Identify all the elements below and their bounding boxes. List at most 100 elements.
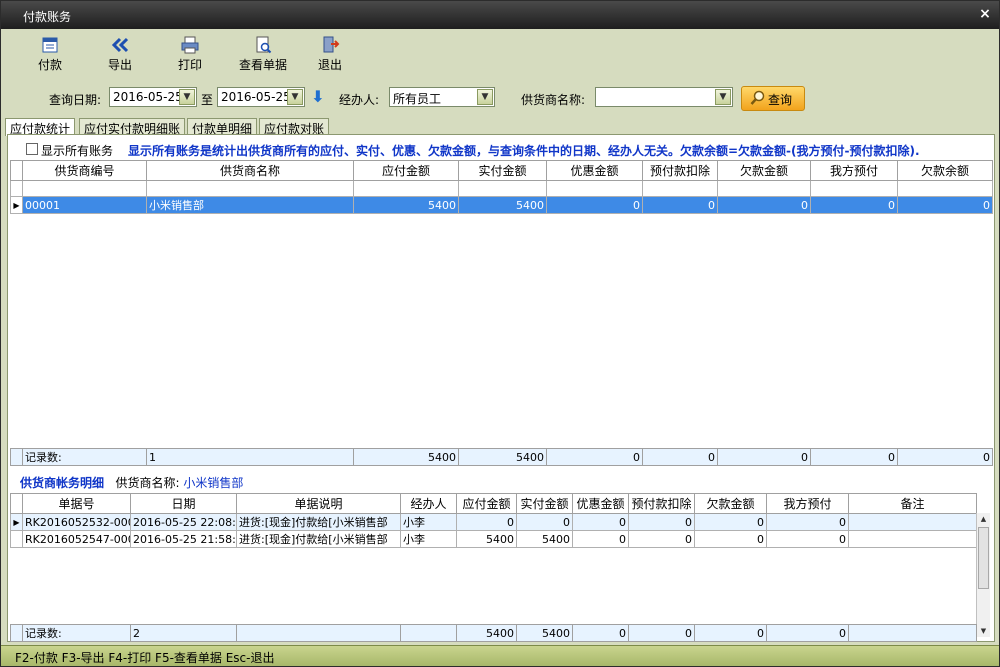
filter-cell[interactable] bbox=[146, 180, 354, 197]
table-cell[interactable]: 进货:[现金]付款给[小米销售部 bbox=[236, 513, 401, 531]
column-header[interactable]: 预付款扣除 bbox=[628, 493, 695, 514]
total-our-prepay: 0 bbox=[766, 624, 849, 642]
pay-button[interactable]: 付款 bbox=[15, 36, 85, 78]
column-header[interactable]: 应付金额 bbox=[456, 493, 517, 514]
table-cell[interactable]: 0 bbox=[546, 196, 643, 214]
table-row[interactable]: RK2016052547-0001 2016-05-25 21:58: 进货:[… bbox=[10, 530, 977, 548]
column-header[interactable]: 日期 bbox=[130, 493, 237, 514]
scroll-down-icon[interactable]: ▼ bbox=[977, 625, 990, 637]
filter-cell[interactable] bbox=[546, 180, 643, 197]
column-header[interactable]: 经办人 bbox=[400, 493, 457, 514]
table-cell[interactable] bbox=[848, 530, 977, 548]
chevron-down-icon[interactable]: ▼ bbox=[179, 89, 195, 105]
table-row[interactable]: ▶ 00001 小米销售部 5400 5400 0 0 0 0 0 bbox=[10, 196, 993, 214]
date-from-picker[interactable]: 2016-05-25 ▼ bbox=[109, 87, 197, 107]
table-cell[interactable]: 0 bbox=[766, 530, 849, 548]
table-cell[interactable]: 0 bbox=[810, 196, 898, 214]
footer-cell bbox=[236, 624, 401, 642]
column-header[interactable]: 供货商编号 bbox=[22, 160, 147, 181]
table-cell[interactable]: 5400 bbox=[458, 196, 547, 214]
scroll-up-icon[interactable]: ▲ bbox=[977, 513, 990, 525]
column-header[interactable]: 供货商名称 bbox=[146, 160, 354, 181]
tab-payable-reconciliation[interactable]: 应付款对账 bbox=[259, 118, 330, 136]
column-header[interactable]: 我方预付 bbox=[810, 160, 898, 181]
column-header[interactable]: 实付金额 bbox=[458, 160, 547, 181]
table-cell[interactable]: 小米销售部 bbox=[146, 196, 354, 214]
column-header[interactable]: 预付款扣除 bbox=[642, 160, 718, 181]
total-discount: 0 bbox=[546, 448, 643, 466]
handler-value: 所有员工 bbox=[393, 92, 442, 106]
table-cell[interactable]: 0 bbox=[717, 196, 811, 214]
column-header[interactable]: 欠款金额 bbox=[694, 493, 767, 514]
chevron-down-icon[interactable]: ▼ bbox=[477, 89, 493, 105]
column-header[interactable]: 我方预付 bbox=[766, 493, 849, 514]
table-cell[interactable]: 2016-05-25 21:58: bbox=[130, 530, 237, 548]
arrow-down-icon[interactable]: ⬇ bbox=[311, 89, 325, 107]
filter-cell[interactable] bbox=[458, 180, 547, 197]
column-header[interactable]: 优惠金额 bbox=[572, 493, 629, 514]
supplier-select[interactable]: ▼ bbox=[595, 87, 733, 107]
table-cell[interactable]: 5400 bbox=[516, 530, 573, 548]
table-cell[interactable]: 00001 bbox=[22, 196, 147, 214]
chevron-down-icon[interactable]: ▼ bbox=[287, 89, 303, 105]
filter-cell[interactable] bbox=[897, 180, 993, 197]
table-row[interactable]: ▶ RK2016052532-0002 2016-05-25 22:08: 进货… bbox=[10, 513, 977, 531]
table-cell[interactable] bbox=[848, 513, 977, 531]
table-cell[interactable]: 0 bbox=[628, 530, 695, 548]
table-cell[interactable]: 小李 bbox=[400, 513, 457, 531]
table-cell[interactable]: RK2016052532-0002 bbox=[22, 513, 131, 531]
exit-button[interactable]: 退出 bbox=[295, 36, 365, 78]
total-discount: 0 bbox=[572, 624, 629, 642]
handler-label: 经办人: bbox=[339, 93, 380, 107]
column-header[interactable]: 单据说明 bbox=[236, 493, 401, 514]
show-all-checkbox[interactable] bbox=[26, 143, 38, 155]
table-cell[interactable]: 0 bbox=[516, 513, 573, 531]
detail-heading: 供货商帐务明细 供货商名称: 小米销售部 bbox=[20, 474, 243, 491]
column-header[interactable]: 实付金额 bbox=[516, 493, 573, 514]
column-header[interactable]: 欠款余额 bbox=[897, 160, 993, 181]
filter-cell[interactable] bbox=[22, 180, 147, 197]
table-cell[interactable]: 0 bbox=[642, 196, 718, 214]
handler-select[interactable]: 所有员工 ▼ bbox=[389, 87, 495, 107]
filter-cell[interactable] bbox=[717, 180, 811, 197]
table-cell[interactable]: 0 bbox=[628, 513, 695, 531]
date-to-picker[interactable]: 2016-05-25 ▼ bbox=[217, 87, 305, 107]
record-count-value: 2 bbox=[130, 624, 237, 642]
table-cell[interactable]: 进货:[现金]付款给[小米销售部 bbox=[236, 530, 401, 548]
table-cell[interactable]: 0 bbox=[572, 513, 629, 531]
print-button[interactable]: 打印 bbox=[155, 36, 225, 78]
column-header[interactable]: 欠款金额 bbox=[717, 160, 811, 181]
chevron-down-icon[interactable]: ▼ bbox=[715, 89, 731, 105]
filter-cell[interactable] bbox=[353, 180, 459, 197]
view-document-button[interactable]: 查看单据 bbox=[225, 36, 301, 78]
close-icon[interactable]: × bbox=[977, 6, 993, 22]
tab-payment-detail[interactable]: 付款单明细 bbox=[187, 118, 258, 136]
filter-cell[interactable] bbox=[642, 180, 718, 197]
filter-cell[interactable] bbox=[810, 180, 898, 197]
tab-payable-detail-ledger[interactable]: 应付实付款明细账 bbox=[79, 118, 186, 136]
column-header[interactable]: 应付金额 bbox=[353, 160, 459, 181]
table-cell[interactable]: 2016-05-25 22:08: bbox=[130, 513, 237, 531]
column-header[interactable]: 优惠金额 bbox=[546, 160, 643, 181]
table-cell[interactable]: 0 bbox=[694, 530, 767, 548]
table-cell[interactable]: 小李 bbox=[400, 530, 457, 548]
table-cell[interactable]: 0 bbox=[456, 513, 517, 531]
export-button[interactable]: 导出 bbox=[85, 36, 155, 78]
detail-vertical-scrollbar[interactable]: ▲ ▼ bbox=[976, 513, 990, 637]
magnifier-icon bbox=[750, 90, 765, 105]
column-header[interactable]: 单据号 bbox=[22, 493, 131, 514]
table-cell[interactable]: 0 bbox=[572, 530, 629, 548]
scroll-thumb[interactable] bbox=[978, 527, 989, 589]
table-cell[interactable]: 0 bbox=[897, 196, 993, 214]
table-cell[interactable]: RK2016052547-0001 bbox=[22, 530, 131, 548]
detail-supplier-name: 小米销售部 bbox=[183, 476, 244, 490]
table-cell[interactable]: 0 bbox=[694, 513, 767, 531]
summary-footer: 记录数: 1 5400 5400 0 0 0 0 0 bbox=[10, 448, 993, 466]
table-cell[interactable]: 5400 bbox=[456, 530, 517, 548]
table-cell[interactable]: 5400 bbox=[353, 196, 459, 214]
table-cell[interactable]: 0 bbox=[766, 513, 849, 531]
query-button[interactable]: 查询 bbox=[741, 86, 805, 111]
summary-table: 供货商编号 供货商名称 应付金额 实付金额 优惠金额 预付款扣除 欠款金额 我方… bbox=[10, 160, 993, 214]
column-header[interactable]: 备注 bbox=[848, 493, 977, 514]
total-arrears-balance: 0 bbox=[897, 448, 993, 466]
